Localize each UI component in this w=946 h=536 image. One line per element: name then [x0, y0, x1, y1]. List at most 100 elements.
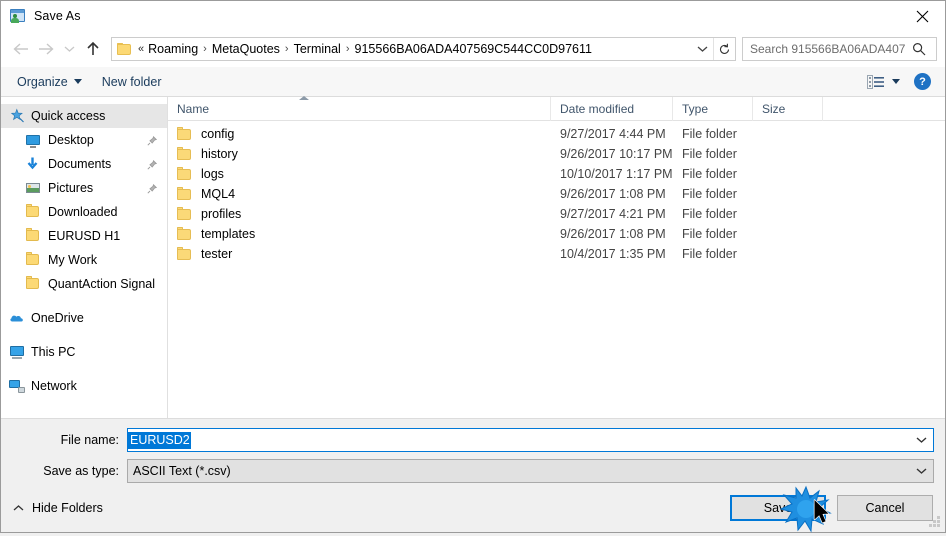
column-header-type[interactable]: Type — [673, 96, 753, 121]
view-chevron-down-icon[interactable] — [892, 79, 900, 84]
resize-grip[interactable] — [929, 516, 941, 528]
column-header-row: Name Date modified Type Size — [168, 95, 945, 121]
sidebar-item-label: Downloaded — [48, 205, 118, 219]
save-button[interactable]: Save — [730, 495, 826, 521]
dialog-body: Quick access Desktop Documents Pictures … — [1, 95, 945, 418]
sidebar-item-label: My Work — [48, 253, 98, 267]
file-name: logs — [201, 167, 224, 181]
file-date: 9/27/2017 4:44 PM — [560, 127, 666, 141]
dialog-button-row: Hide Folders Save Cancel — [1, 484, 945, 532]
folder-icon — [25, 228, 41, 244]
file-type: File folder — [682, 147, 737, 161]
save-as-type-select[interactable]: ASCII Text (*.csv) — [127, 459, 934, 483]
file-type: File folder — [682, 247, 737, 261]
sidebar-item-this-pc[interactable]: This PC — [1, 340, 167, 364]
file-name-input[interactable]: EURUSD2 — [127, 428, 934, 452]
table-row[interactable]: tester 10/4/2017 1:35 PM File folder — [168, 244, 945, 264]
sidebar-item-pictures[interactable]: Pictures — [1, 176, 167, 200]
pin-icon[interactable] — [147, 183, 158, 194]
monitor-icon — [25, 132, 41, 148]
file-date: 9/26/2017 1:08 PM — [560, 187, 666, 201]
file-name-value: EURUSD2 — [128, 431, 191, 449]
new-folder-button[interactable]: New folder — [102, 75, 182, 89]
table-row[interactable]: logs 10/10/2017 1:17 PM File folder — [168, 164, 945, 184]
back-icon[interactable] — [7, 36, 33, 62]
title-bar: Save As — [1, 1, 945, 31]
window-title: Save As — [34, 9, 81, 23]
breadcrumb-metaquotes[interactable]: MetaQuotes — [212, 42, 280, 56]
help-button[interactable]: ? — [914, 73, 931, 90]
sidebar-item-my-work[interactable]: My Work — [1, 248, 167, 272]
download-arrow-icon — [25, 156, 41, 172]
table-row[interactable]: config 9/27/2017 4:44 PM File folder — [168, 124, 945, 144]
list-view-icon — [867, 74, 884, 89]
close-icon[interactable] — [899, 1, 945, 31]
star-pin-icon — [9, 108, 25, 124]
file-name: history — [201, 147, 238, 161]
refresh-icon[interactable] — [713, 38, 735, 60]
sidebar-item-documents[interactable]: Documents — [1, 152, 167, 176]
organize-button[interactable]: Organize — [17, 75, 102, 89]
address-bar[interactable]: « Roaming › MetaQuotes › Terminal › 9155… — [111, 37, 736, 61]
save-as-type-chevron-down-icon[interactable] — [909, 467, 933, 475]
breadcrumb-separator: › — [345, 43, 350, 55]
save-as-type-label: Save as type: — [43, 464, 119, 478]
hide-folders-label: Hide Folders — [32, 501, 103, 515]
save-label: Save — [763, 501, 793, 515]
breadcrumb-terminal[interactable]: Terminal — [294, 42, 341, 56]
sidebar-item-onedrive[interactable]: OneDrive — [1, 306, 167, 330]
sidebar-item-quick-access[interactable]: Quick access — [1, 104, 167, 128]
save-as-type-value: ASCII Text (*.csv) — [133, 464, 231, 478]
search-box[interactable] — [742, 37, 937, 61]
pictures-icon — [25, 180, 41, 196]
file-name: config — [201, 127, 235, 141]
breadcrumb-roaming[interactable]: Roaming — [148, 42, 198, 56]
pin-icon[interactable] — [147, 135, 158, 146]
sidebar-item-label: Quick access — [31, 109, 106, 123]
command-toolbar: Organize New folder ? — [1, 67, 945, 97]
file-date: 9/26/2017 1:08 PM — [560, 227, 666, 241]
hide-folders-button[interactable]: Hide Folders — [1, 501, 103, 515]
file-name-label: File name: — [60, 433, 119, 447]
breadcrumb-overflow[interactable]: « — [135, 43, 148, 55]
table-row[interactable]: templates 9/26/2017 1:08 PM File folder — [168, 224, 945, 244]
file-name: MQL4 — [201, 187, 236, 201]
table-row[interactable]: MQL4 9/26/2017 1:08 PM File folder — [168, 184, 945, 204]
recent-locations-chevron-down-icon[interactable] — [59, 36, 79, 62]
sidebar-item-quantaction-signal[interactable]: QuantAction Signal — [1, 272, 167, 296]
column-header-date-modified[interactable]: Date modified — [551, 96, 673, 121]
breadcrumb-current-folder[interactable]: 915566BA06ADA407569C544CC0D97611 — [355, 42, 592, 56]
sidebar-item-label: OneDrive — [31, 311, 84, 325]
file-date: 10/10/2017 1:17 PM — [560, 167, 673, 181]
sidebar-item-label: Documents — [48, 157, 112, 171]
sidebar-item-downloaded[interactable]: Downloaded — [1, 200, 167, 224]
change-view-button[interactable] — [867, 74, 900, 89]
sidebar-item-network[interactable]: Network — [1, 374, 167, 398]
search-icon[interactable] — [907, 42, 931, 56]
sidebar-item-label: Pictures — [48, 181, 94, 195]
sidebar-item-desktop[interactable]: Desktop — [1, 128, 167, 152]
cancel-button[interactable]: Cancel — [837, 495, 933, 521]
pin-icon[interactable] — [147, 159, 158, 170]
sidebar-item-label: Network — [31, 379, 77, 393]
file-list-pane: Name Date modified Type Size config 9/27… — [168, 95, 945, 418]
column-header-name[interactable]: Name — [168, 95, 551, 121]
navigation-bar: « Roaming › MetaQuotes › Terminal › 9155… — [1, 31, 945, 67]
up-icon[interactable] — [79, 36, 107, 62]
file-name-chevron-down-icon[interactable] — [909, 436, 933, 444]
file-date: 9/27/2017 4:21 PM — [560, 207, 666, 221]
file-type: File folder — [682, 207, 737, 221]
column-header-size[interactable]: Size — [753, 96, 823, 121]
address-chevron-down-icon[interactable] — [691, 38, 713, 60]
network-icon — [9, 378, 25, 394]
sidebar-item-eurusd-h1[interactable]: EURUSD H1 — [1, 224, 167, 248]
dialog-footer: File name: EURUSD2 Save as type: ASCII T… — [1, 418, 945, 532]
column-label: Size — [762, 101, 786, 116]
breadcrumb-separator: › — [284, 43, 289, 55]
sort-ascending-icon — [299, 95, 309, 100]
table-row[interactable]: profiles 9/27/2017 4:21 PM File folder — [168, 204, 945, 224]
forward-icon[interactable] — [33, 36, 59, 62]
sidebar-item-label: EURUSD H1 — [48, 229, 121, 243]
table-row[interactable]: history 9/26/2017 10:17 PM File folder — [168, 144, 945, 164]
search-input[interactable] — [743, 41, 907, 57]
